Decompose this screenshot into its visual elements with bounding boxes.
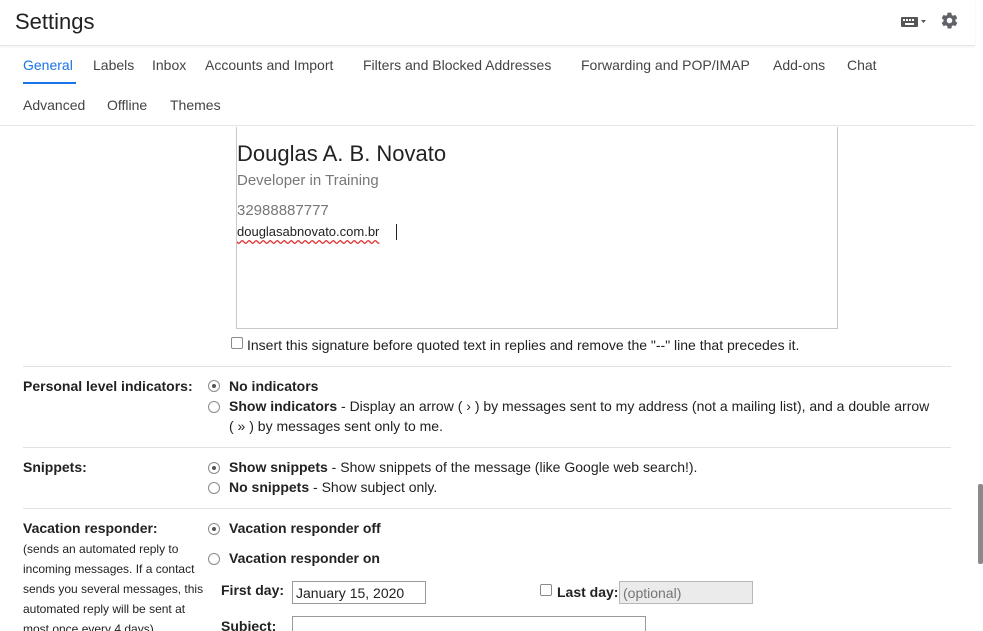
subject-input[interactable] [292, 616, 646, 631]
page-title: Settings [15, 9, 95, 34]
tab-advanced[interactable]: Advanced [23, 97, 85, 113]
first-day-input[interactable] [292, 581, 426, 604]
divider [23, 366, 951, 367]
tab-accounts-and-import[interactable]: Accounts and Import [205, 57, 333, 73]
first-day-label: First day: [221, 582, 285, 598]
tab-filters-and-blocked-addresses[interactable]: Filters and Blocked Addresses [363, 57, 551, 73]
divider [23, 447, 951, 448]
vacation-on-label: Vacation responder on [229, 550, 380, 566]
no-snippets-label: No snippets - Show subject only. [229, 479, 438, 495]
show-indicators-radio[interactable] [208, 401, 220, 413]
settings-tabs: General Labels Inbox Accounts and Import… [0, 46, 975, 126]
personal-level-label: Personal level indicators: [23, 378, 193, 394]
no-indicators-radio[interactable] [208, 380, 220, 392]
scrollbar-thumb[interactable] [978, 484, 983, 564]
signature-name: Douglas A. B. Novato [237, 141, 447, 166]
last-day-label: Last day: [557, 584, 619, 600]
signature-website: douglasabnovato.com.br [237, 224, 380, 239]
show-indicators-desc: ( » ) by messages sent only to me. [229, 418, 443, 434]
tab-themes[interactable]: Themes [170, 97, 221, 113]
gear-icon[interactable] [940, 11, 959, 30]
divider [23, 508, 951, 509]
insert-signature-label: Insert this signature before quoted text… [247, 337, 800, 353]
insert-signature-checkbox[interactable] [231, 337, 243, 349]
vacation-off-label: Vacation responder off [229, 520, 381, 536]
last-day-checkbox[interactable] [540, 584, 552, 596]
vacation-off-radio[interactable] [208, 523, 220, 535]
last-day-input[interactable] [619, 581, 753, 604]
show-snippets-label: Show snippets - Show snippets of the mes… [229, 459, 698, 475]
settings-content: Douglas A. B. Novato Developer in Traini… [0, 127, 975, 631]
show-snippets-radio[interactable] [208, 462, 220, 474]
tab-chat[interactable]: Chat [847, 57, 877, 73]
tab-add-ons[interactable]: Add-ons [773, 57, 825, 73]
vacation-on-radio[interactable] [208, 553, 220, 565]
vacation-description: (sends an automated reply to incoming me… [23, 542, 204, 631]
signature-phone: 32988887777 [237, 202, 329, 219]
show-indicators-label: Show indicators - Display an arrow ( › )… [229, 398, 930, 414]
tab-inbox[interactable]: Inbox [152, 57, 186, 73]
no-indicators-label: No indicators [229, 378, 319, 394]
subject-label: Subject: [221, 618, 277, 631]
no-snippets-radio[interactable] [208, 482, 220, 494]
settings-header: Settings [0, 0, 975, 46]
keyboard-icon[interactable] [901, 15, 927, 29]
signature-role: Developer in Training [237, 172, 379, 189]
snippets-label: Snippets: [23, 459, 87, 475]
text-cursor [396, 224, 397, 240]
tab-general[interactable]: General [23, 57, 73, 73]
tab-labels[interactable]: Labels [93, 57, 134, 73]
tab-forwarding-and-pop-imap[interactable]: Forwarding and POP/IMAP [581, 57, 750, 73]
tab-offline[interactable]: Offline [107, 97, 147, 113]
active-tab-indicator [23, 82, 76, 84]
vacation-label: Vacation responder: [23, 520, 158, 536]
